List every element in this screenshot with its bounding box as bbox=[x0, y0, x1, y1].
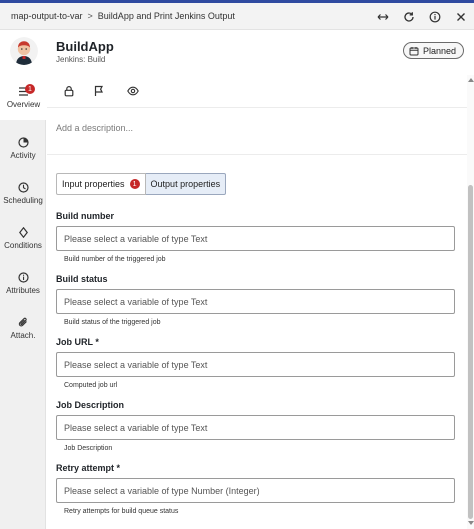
breadcrumb-parent[interactable]: map-output-to-var bbox=[11, 11, 83, 21]
diamond-icon bbox=[18, 227, 28, 238]
sidebar-item-activity[interactable]: Activity bbox=[0, 126, 46, 171]
variable-select[interactable]: Please select a variable of type Text bbox=[56, 352, 455, 377]
tab-input-properties[interactable]: Input properties 1 bbox=[56, 173, 146, 195]
main-panel: Add a description... Input properties 1 … bbox=[47, 75, 467, 529]
page-title: BuildApp bbox=[56, 39, 114, 54]
status-badge[interactable]: Planned bbox=[402, 42, 464, 59]
field-help-text: Retry attempts for build queue status bbox=[64, 508, 179, 515]
variable-select[interactable]: Please select a variable of type Number … bbox=[56, 478, 455, 503]
lock-icon[interactable] bbox=[63, 85, 75, 97]
sidebar-item-scheduling[interactable]: Scheduling bbox=[0, 171, 46, 216]
tab-label: Output properties bbox=[150, 179, 221, 189]
refresh-icon[interactable] bbox=[396, 3, 422, 30]
calendar-icon bbox=[409, 46, 419, 55]
info-icon[interactable] bbox=[422, 3, 448, 30]
scroll-up-arrow[interactable] bbox=[468, 78, 474, 82]
expand-horizontal-icon[interactable] bbox=[370, 3, 396, 30]
property-tabs: Input properties 1 Output properties bbox=[56, 173, 227, 195]
scroll-thumb[interactable] bbox=[468, 185, 473, 519]
breadcrumb-current: BuildApp and Print Jenkins Output bbox=[97, 11, 235, 21]
variable-select[interactable]: Please select a variable of type Text bbox=[56, 415, 455, 440]
field-help-text: Build number of the triggered job bbox=[64, 256, 166, 263]
sidebar: Overview 1 Activity Scheduling Condition… bbox=[0, 75, 47, 529]
paperclip-icon bbox=[18, 317, 27, 327]
field-label: Job Description bbox=[56, 400, 125, 410]
field-build-status: Build status Please select a variable of… bbox=[56, 274, 455, 326]
eye-icon[interactable] bbox=[127, 85, 139, 97]
sidebar-item-label: Conditions bbox=[4, 241, 42, 250]
info-icon bbox=[17, 272, 29, 283]
overview-count-badge: 1 bbox=[25, 84, 35, 94]
field-job-url: Job URL * Please select a variable of ty… bbox=[56, 337, 455, 389]
status-label: Planned bbox=[422, 45, 456, 56]
input-properties-count-badge: 1 bbox=[129, 179, 140, 189]
field-job-description: Job Description Please select a variable… bbox=[56, 400, 455, 452]
vertical-scrollbar[interactable] bbox=[467, 75, 474, 529]
jenkins-avatar bbox=[10, 37, 38, 65]
field-build-number: Build number Please select a variable of… bbox=[56, 211, 455, 263]
window-controls bbox=[370, 3, 474, 30]
sidebar-item-attachments[interactable]: Attach. bbox=[0, 306, 46, 351]
breadcrumb-bar: map-output-to-var > BuildApp and Print J… bbox=[0, 3, 474, 30]
tab-label: Input properties bbox=[62, 179, 125, 189]
field-retry-attempt: Retry attempt * Please select a variable… bbox=[56, 463, 455, 515]
field-label: Build status bbox=[56, 274, 108, 284]
sidebar-item-attributes[interactable]: Attributes bbox=[0, 261, 46, 306]
field-help-text: Job Description bbox=[64, 445, 113, 452]
sidebar-item-overview[interactable]: Overview 1 bbox=[0, 75, 47, 120]
field-label: Retry attempt * bbox=[56, 463, 121, 473]
page-subtitle: Jenkins: Build bbox=[56, 55, 106, 64]
sidebar-item-label: Scheduling bbox=[3, 196, 43, 205]
scroll-down-arrow[interactable] bbox=[468, 521, 474, 525]
field-help-text: Build status of the triggered job bbox=[64, 319, 161, 326]
sidebar-item-label: Attributes bbox=[6, 286, 40, 295]
activity-icon bbox=[17, 137, 29, 148]
close-icon[interactable] bbox=[448, 3, 474, 30]
tab-output-properties[interactable]: Output properties bbox=[145, 173, 227, 195]
sidebar-item-conditions[interactable]: Conditions bbox=[0, 216, 46, 261]
field-label: Job URL * bbox=[56, 337, 99, 347]
task-header: BuildApp Jenkins: Build Planned bbox=[0, 31, 474, 75]
variable-select[interactable]: Please select a variable of type Text bbox=[56, 226, 455, 251]
sidebar-item-label: Activity bbox=[10, 151, 36, 160]
description-input[interactable]: Add a description... bbox=[47, 107, 467, 155]
sidebar-item-label: Overview bbox=[6, 100, 41, 109]
field-help-text: Computed job url bbox=[64, 382, 118, 389]
field-label: Build number bbox=[56, 211, 114, 221]
clock-icon bbox=[17, 182, 29, 193]
sidebar-item-label: Attach. bbox=[10, 331, 36, 340]
flag-icon[interactable] bbox=[93, 85, 105, 97]
breadcrumb-separator: > bbox=[87, 11, 93, 21]
variable-select[interactable]: Please select a variable of type Text bbox=[56, 289, 455, 314]
action-row bbox=[47, 75, 467, 107]
